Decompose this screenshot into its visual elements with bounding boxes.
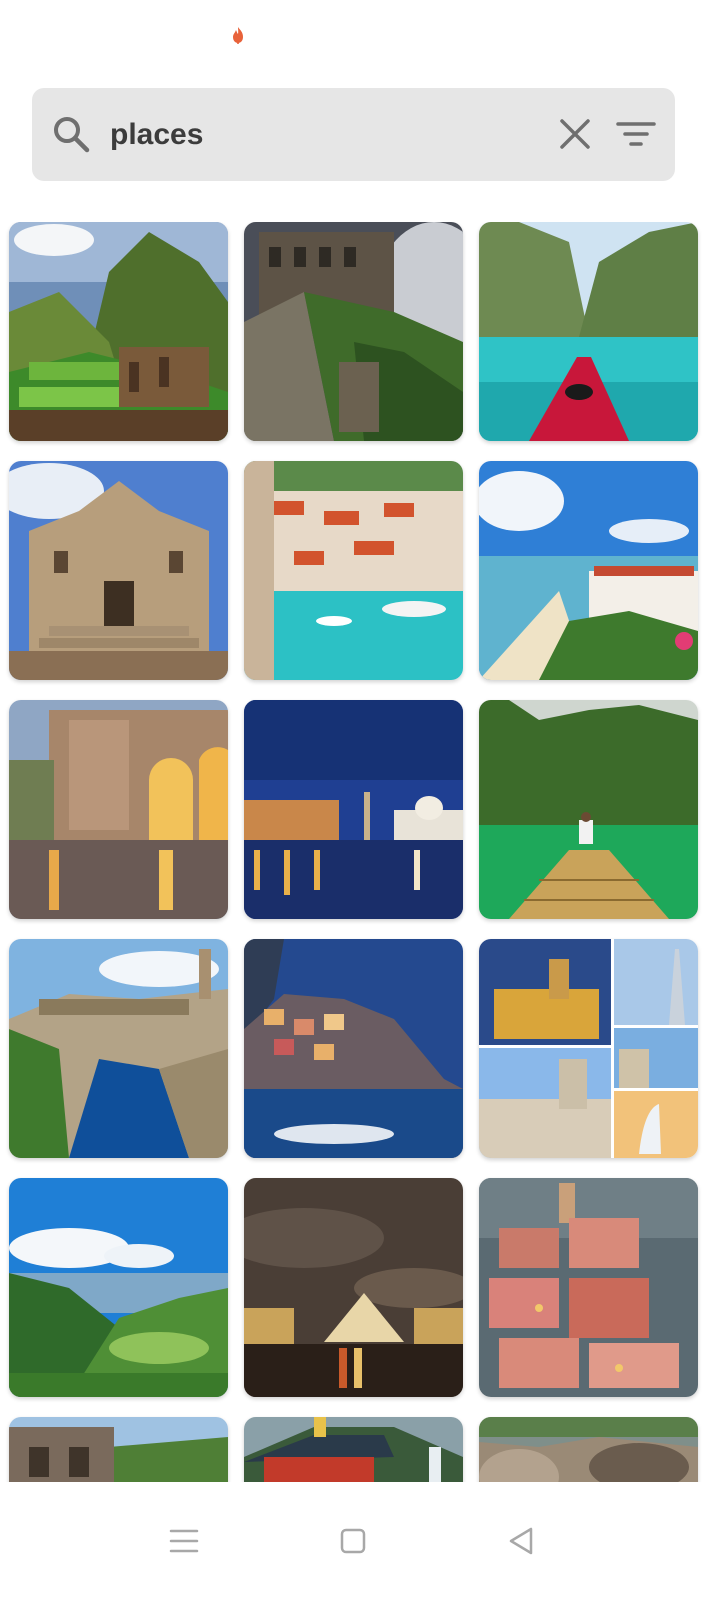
seaside-beach-resort-image	[479, 461, 698, 680]
bamboo-raft-green-lagoon-image	[479, 700, 698, 919]
image-result[interactable]	[479, 1417, 698, 1482]
rocky-coastline-image	[479, 1417, 698, 1482]
fortress-river-gorge-image	[9, 939, 228, 1158]
old-house-hillside-image	[9, 1417, 228, 1482]
stone-castle-cliff-fog-image	[244, 222, 463, 441]
image-result[interactable]	[9, 222, 228, 441]
image-result[interactable]	[244, 1178, 463, 1397]
image-result[interactable]	[244, 222, 463, 441]
kayak-lagoon-cliffs-image	[479, 222, 698, 441]
close-icon[interactable]	[557, 116, 593, 152]
search-icon	[54, 117, 90, 153]
image-results-grid	[0, 222, 720, 1482]
image-result[interactable]	[9, 700, 228, 919]
back-icon[interactable]	[504, 1524, 538, 1558]
image-result[interactable]	[479, 222, 698, 441]
image-result[interactable]	[479, 700, 698, 919]
image-result[interactable]	[9, 939, 228, 1158]
red-roof-hill-town-image	[479, 1178, 698, 1397]
canal-arches-night-image	[9, 700, 228, 919]
temple-pagoda-waterfall-image	[244, 1417, 463, 1482]
search-bar[interactable]	[32, 88, 675, 181]
image-result[interactable]	[479, 1178, 698, 1397]
image-result[interactable]	[9, 1417, 228, 1482]
green-hills-lake-image	[9, 1178, 228, 1397]
menu-icon[interactable]	[167, 1524, 201, 1558]
image-result[interactable]	[479, 939, 698, 1158]
notification-flame-icon	[233, 27, 243, 44]
status-bar	[0, 0, 720, 70]
ornate-palace-staircase-image	[9, 461, 228, 680]
system-navigation-bar	[0, 1482, 720, 1600]
desert-city-collage-image	[479, 939, 698, 1158]
search-input[interactable]	[110, 112, 530, 158]
image-result[interactable]	[9, 461, 228, 680]
image-result[interactable]	[244, 700, 463, 919]
mountain-ruins-terraces-image	[9, 222, 228, 441]
image-result[interactable]	[244, 1417, 463, 1482]
image-result[interactable]	[244, 461, 463, 680]
image-result[interactable]	[244, 939, 463, 1158]
image-result[interactable]	[479, 461, 698, 680]
cliffside-village-dusk-image	[244, 939, 463, 1158]
harbor-town-boats-image	[244, 461, 463, 680]
home-icon[interactable]	[336, 1524, 370, 1558]
image-result[interactable]	[9, 1178, 228, 1397]
city-skyline-night-river-image	[244, 700, 463, 919]
glass-pyramid-night-image	[244, 1178, 463, 1397]
filter-icon[interactable]	[616, 116, 656, 152]
